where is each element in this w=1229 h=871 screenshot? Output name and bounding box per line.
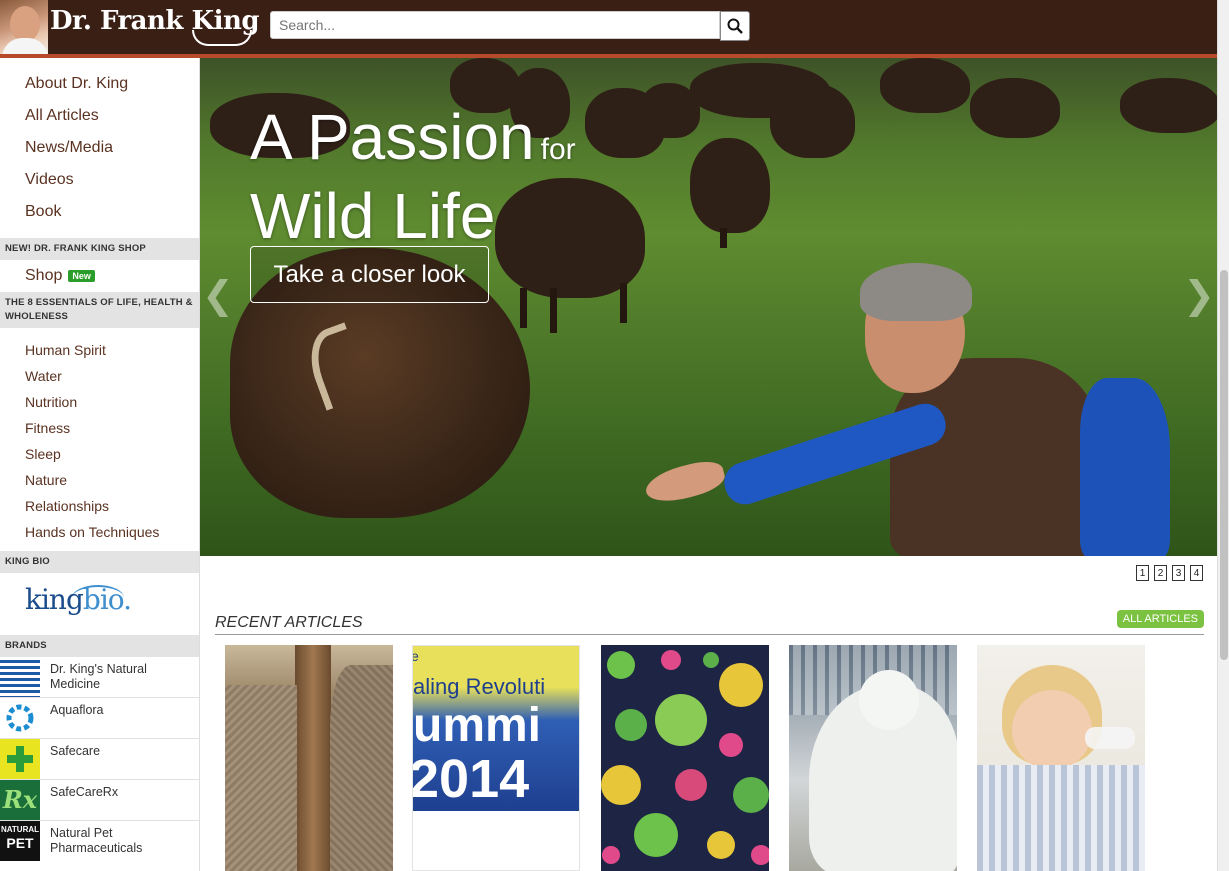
main-nav: About Dr. King All Articles News/Media V… <box>0 58 199 238</box>
brand-safecare[interactable]: Safecare <box>0 739 199 780</box>
kingbio-logo[interactable]: kingbio. <box>0 573 199 635</box>
nav-book[interactable]: Book <box>0 196 199 228</box>
pollen-image <box>601 650 769 865</box>
recent-articles-header: RECENT ARTICLES ALL ARTICLES <box>215 610 1204 635</box>
search-button[interactable] <box>720 11 750 41</box>
nav-news-media[interactable]: News/Media <box>0 132 199 164</box>
essential-human-spirit[interactable]: Human Spirit <box>0 337 199 363</box>
search-input[interactable] <box>270 11 720 39</box>
article-card-horse[interactable] <box>789 645 957 871</box>
safecare-icon <box>0 739 40 779</box>
brand-aquaflora[interactable]: Aquaflora <box>0 698 199 739</box>
slider-prev-icon[interactable]: ❮ <box>202 273 234 317</box>
nav-all-articles[interactable]: All Articles <box>0 100 199 132</box>
dr-king-avatar[interactable] <box>0 0 48 54</box>
hero-slider[interactable]: A Passion for Wild Life Take a closer loo… <box>200 58 1217 556</box>
summit-text-1: e <box>413 648 419 664</box>
essential-relationships[interactable]: Relationships <box>0 493 199 519</box>
essentials-heading: THE 8 ESSENTIALS OF LIFE, HEALTH & WHOLE… <box>0 292 199 328</box>
essential-water[interactable]: Water <box>0 363 199 389</box>
essential-nature[interactable]: Nature <box>0 467 199 493</box>
brand-natural-medicine[interactable]: Dr. King's Natural Medicine <box>0 657 199 698</box>
page-scrollbar[interactable] <box>1217 0 1229 871</box>
safecarerx-icon: Rx <box>0 780 40 820</box>
nav-videos[interactable]: Videos <box>0 164 199 196</box>
new-badge: New <box>68 270 95 282</box>
site-header: Dr. Frank King <box>0 0 1217 58</box>
brand-label: Aquaflora <box>50 703 104 717</box>
brand-label: Natural Pet Pharmaceuticals <box>50 826 143 855</box>
article-card-boy[interactable] <box>977 645 1145 871</box>
summit-text-2: aling Revoluti <box>413 674 546 699</box>
shop-row: Shop New <box>0 260 199 292</box>
search-icon <box>727 18 743 34</box>
essential-nutrition[interactable]: Nutrition <box>0 389 199 415</box>
article-card-summit[interactable]: e aling Revoluti ummi 2014 <box>412 645 580 871</box>
sidebar: About Dr. King All Articles News/Media V… <box>0 58 200 871</box>
brand-safecarerx[interactable]: Rx SafeCareRx <box>0 780 199 821</box>
slider-pager: 1 2 3 4 <box>1136 565 1203 581</box>
take-closer-look-button[interactable]: Take a closer look <box>250 246 489 303</box>
hero-title-line2: Wild Life <box>250 180 496 252</box>
hero-title: A Passion for Wild Life <box>250 104 576 249</box>
article-card-pollen[interactable] <box>601 645 769 871</box>
natural-pet-icon: NATURAL PET <box>0 821 40 861</box>
slider-next-icon[interactable]: ❯ <box>1183 273 1215 317</box>
aquaflora-icon <box>0 698 40 738</box>
brand-natural-pet[interactable]: NATURAL PET Natural Pet Pharmaceuticals <box>0 821 199 861</box>
summit-text-4: 2014 <box>412 749 530 809</box>
essentials-list: Human Spirit Water Nutrition Fitness Sle… <box>0 328 199 551</box>
pager-1[interactable]: 1 <box>1136 565 1149 581</box>
article-card-elephant[interactable] <box>225 645 393 871</box>
pager-2[interactable]: 2 <box>1154 565 1167 581</box>
nav-about[interactable]: About Dr. King <box>0 68 199 100</box>
shop-section-heading: NEW! DR. FRANK KING SHOP <box>0 238 199 260</box>
pager-4[interactable]: 4 <box>1190 565 1203 581</box>
essential-hands-on[interactable]: Hands on Techniques <box>0 519 199 545</box>
brand-label: Dr. King's Natural Medicine <box>50 662 147 691</box>
all-articles-button[interactable]: ALL ARTICLES <box>1116 610 1204 628</box>
kingbio-heading: KING BIO <box>0 551 199 573</box>
hero-title-line1: A Passion <box>250 101 535 173</box>
kingbio-logo-king: king <box>25 583 84 616</box>
brand-label: Safecare <box>50 744 101 758</box>
essential-fitness[interactable]: Fitness <box>0 415 199 441</box>
essential-sleep[interactable]: Sleep <box>0 441 199 467</box>
brand-label: SafeCareRx <box>50 785 119 799</box>
summit-text-3: ummi <box>413 699 542 752</box>
brands-heading: BRANDS <box>0 635 199 657</box>
kingbio-logo-bio: bio. <box>82 583 132 616</box>
nav-shop[interactable]: Shop <box>25 267 62 285</box>
natural-medicine-icon <box>0 657 40 697</box>
scrollbar-thumb[interactable] <box>1220 270 1228 660</box>
hero-title-for: for <box>540 133 576 166</box>
pager-3[interactable]: 3 <box>1172 565 1185 581</box>
recent-articles-title: RECENT ARTICLES <box>215 614 363 631</box>
logo-swoosh <box>192 30 252 46</box>
